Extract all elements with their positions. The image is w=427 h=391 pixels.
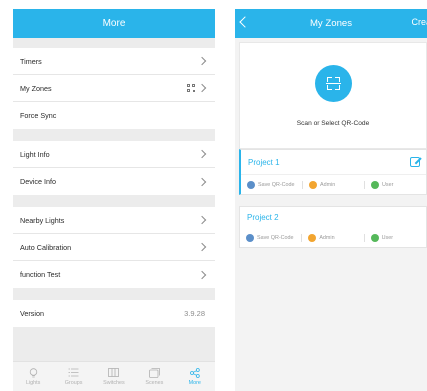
page-title: More bbox=[102, 18, 126, 29]
save-icon bbox=[247, 180, 255, 189]
user-icon bbox=[370, 233, 379, 242]
chevron-right-icon bbox=[197, 242, 207, 252]
action-label: Save QR-Code bbox=[257, 234, 294, 241]
admin-icon bbox=[308, 233, 317, 242]
version-row: Version 3.9.28 bbox=[13, 300, 215, 327]
admin-icon bbox=[309, 180, 317, 189]
action-label: Admin bbox=[320, 181, 336, 188]
version-value: 3.9.28 bbox=[184, 309, 205, 318]
create-button[interactable]: Crea bbox=[411, 17, 427, 27]
menu-item-label: Auto Calibration bbox=[20, 242, 72, 252]
menu-item-timers[interactable]: Timers bbox=[13, 48, 215, 75]
menu-item-nearby-lights[interactable]: Nearby Lights bbox=[13, 207, 215, 234]
menu-item-label: Force Sync bbox=[20, 111, 57, 120]
action-label: Save QR-Code bbox=[258, 181, 295, 188]
my-zones-screen: My Zones Crea Scan or Select QR-Code Pro… bbox=[235, 9, 427, 391]
menu-item-auto-calibration[interactable]: Auto Calibration bbox=[13, 234, 215, 261]
qr-code-icon bbox=[187, 84, 195, 92]
action-label: User bbox=[382, 181, 394, 188]
zones-header: My Zones Crea bbox=[235, 9, 427, 38]
tab-scenes[interactable]: Scenes bbox=[135, 367, 173, 386]
tab-more[interactable]: More bbox=[176, 367, 214, 386]
menu-item-function-test[interactable]: function Test bbox=[13, 261, 215, 288]
menu-item-label: My Zones bbox=[20, 83, 52, 93]
menu-item-device-info[interactable]: Device Info bbox=[13, 168, 215, 195]
user-icon bbox=[371, 180, 379, 189]
menu-item-label: Nearby Lights bbox=[20, 215, 65, 225]
project-name: Project 2 bbox=[247, 213, 279, 222]
back-arrow-icon[interactable] bbox=[239, 16, 251, 28]
bottom-tab-bar: Lights Groups Switches Scenes More bbox=[13, 361, 215, 391]
chevron-right-icon bbox=[197, 56, 207, 66]
tab-label: More bbox=[188, 379, 201, 386]
project-card-1[interactable]: Project 1 Save QR-Code Admin User bbox=[239, 149, 427, 195]
tab-groups[interactable]: Groups bbox=[55, 368, 93, 386]
project-actions: Save QR-Code Admin User bbox=[240, 228, 426, 247]
tab-label: Groups bbox=[64, 379, 83, 386]
project-title-row: Project 1 bbox=[241, 150, 426, 175]
tab-label: Scenes bbox=[145, 379, 164, 386]
action-label: Admin bbox=[319, 234, 335, 241]
admin-button[interactable]: Admin bbox=[301, 233, 363, 242]
action-label: User bbox=[381, 234, 394, 241]
save-qr-code-button[interactable]: Save QR-Code bbox=[240, 233, 301, 242]
tab-label: Switches bbox=[103, 379, 125, 386]
scan-label: Scan or Select QR-Code bbox=[296, 120, 370, 127]
menu-item-force-sync[interactable]: Force Sync bbox=[13, 102, 215, 129]
menu-item-my-zones[interactable]: My Zones bbox=[13, 75, 215, 102]
chevron-right-icon bbox=[197, 149, 207, 159]
chevron-right-icon bbox=[197, 215, 207, 225]
chevron-right-icon bbox=[197, 83, 207, 93]
save-icon bbox=[246, 233, 254, 242]
project-card-2[interactable]: Project 2 Save QR-Code Admin User bbox=[239, 206, 427, 248]
user-button[interactable]: User bbox=[364, 180, 426, 189]
save-qr-code-button[interactable]: Save QR-Code bbox=[241, 180, 302, 189]
scan-card: Scan or Select QR-Code bbox=[239, 42, 427, 149]
menu-item-light-info[interactable]: Light Info bbox=[13, 141, 215, 168]
scan-qr-button[interactable] bbox=[314, 65, 352, 102]
chevron-right-icon bbox=[197, 177, 207, 186]
project-title-row: Project 2 bbox=[240, 207, 426, 228]
version-label: Version bbox=[20, 309, 44, 318]
menu-item-label: Timers bbox=[20, 56, 42, 66]
admin-button[interactable]: Admin bbox=[302, 180, 364, 189]
tab-switches[interactable]: Switches bbox=[95, 368, 133, 386]
share-icon bbox=[189, 367, 200, 378]
menu-item-label: function Test bbox=[20, 270, 61, 279]
tab-label: Lights bbox=[25, 379, 41, 386]
bulb-icon bbox=[28, 367, 39, 378]
edit-icon[interactable] bbox=[410, 157, 420, 167]
more-header: More bbox=[13, 9, 215, 38]
user-button[interactable]: User bbox=[363, 233, 426, 242]
menu-item-label: Device Info bbox=[20, 177, 56, 186]
list-icon bbox=[68, 368, 79, 378]
project-actions: Save QR-Code Admin User bbox=[241, 175, 426, 194]
switch-icon bbox=[108, 368, 120, 378]
page-title: My Zones bbox=[309, 18, 353, 29]
scenes-icon bbox=[148, 367, 160, 378]
chevron-right-icon bbox=[197, 270, 207, 279]
project-name: Project 1 bbox=[248, 157, 280, 167]
tab-lights[interactable]: Lights bbox=[14, 367, 52, 386]
more-screen: More Timers My Zones Force Sync Light In… bbox=[13, 9, 215, 391]
menu-item-label: Light Info bbox=[20, 149, 50, 159]
